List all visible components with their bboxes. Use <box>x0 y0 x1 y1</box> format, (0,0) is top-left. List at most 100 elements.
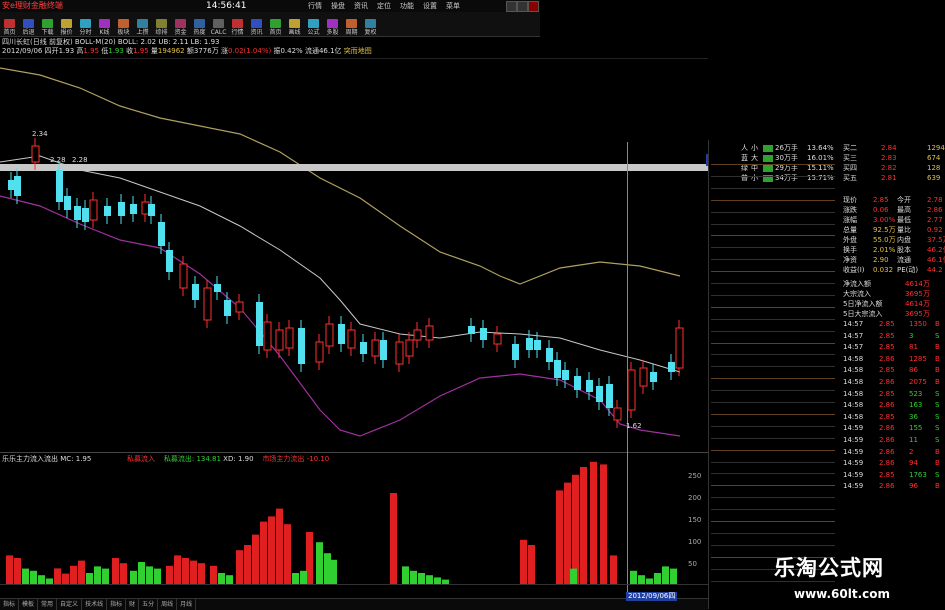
candle-body-up <box>235 301 244 313</box>
netflow-value: 3695万 <box>905 290 930 298</box>
tick-time: 14:59 <box>843 459 864 468</box>
stat-label-2: 量比 <box>897 226 911 234</box>
volume-baseline <box>0 584 708 585</box>
stat-label-2: 最高 <box>897 206 911 214</box>
candle-body-up <box>203 287 212 321</box>
tick-time: 14:57 <box>843 331 864 340</box>
tick-flag: S <box>935 331 940 340</box>
stat-value-2: 37.5万 <box>927 236 945 244</box>
boll-lower-line <box>0 195 681 437</box>
stat-value-2: 2.78 <box>927 196 943 204</box>
inflow-bar <box>190 560 197 584</box>
volume-axis-label: 250 <box>688 472 701 480</box>
stat-label: 净资 <box>843 256 857 264</box>
tick-time: 14:58 <box>843 389 864 398</box>
stat-label: 总量 <box>843 226 857 234</box>
tick-flag: B <box>935 354 940 363</box>
stat-value: 0.032 <box>873 266 894 274</box>
outflow-bar <box>638 575 645 584</box>
bottom-tab-9[interactable]: 月线 <box>177 599 197 610</box>
outflow-label: 私募流出: 134.81 <box>163 455 221 463</box>
boll-upper-line <box>0 67 681 285</box>
highlight-band <box>0 164 708 171</box>
stat-label: 涨幅 <box>843 216 857 224</box>
outflow-bar <box>22 568 29 584</box>
candle-body-down <box>554 360 561 378</box>
tick-flag: B <box>935 320 940 328</box>
order-label: 买三 <box>843 154 857 162</box>
candle-body-down <box>534 340 541 350</box>
stat-label-2: 流通 <box>897 256 911 264</box>
log-line <box>711 164 835 165</box>
log-line <box>711 342 835 344</box>
market-outflow-label: 市场主力流出 -10.10 <box>262 455 330 463</box>
outflow-bar <box>330 559 337 584</box>
tick-flag: S <box>935 401 940 410</box>
netflow-label: 5日净流入额 <box>843 300 883 308</box>
netflow-label: 5日大宗流入 <box>843 310 883 318</box>
bottom-tab-7[interactable]: 五分 <box>139 599 159 610</box>
tick-time: 14:58 <box>843 354 864 363</box>
inflow-bar <box>260 521 267 584</box>
outflow-bar <box>670 568 677 584</box>
order-volume: 128 <box>927 164 941 172</box>
candle-body-down <box>360 342 367 354</box>
tick-price: 2.85 <box>879 320 895 328</box>
bottom-tab-6[interactable]: 财 <box>126 599 140 610</box>
inflow-bar <box>572 474 579 584</box>
tick-volume: 1285 <box>909 354 927 363</box>
outflow-bar <box>442 579 449 584</box>
log-line <box>711 330 835 332</box>
tick-price: 2.86 <box>879 424 895 433</box>
candle-body-down <box>512 344 519 360</box>
inflow-bar <box>556 490 563 584</box>
inflow-bar <box>528 545 535 584</box>
flow-volume: 26万手 <box>775 144 798 152</box>
tick-volume: 96 <box>909 482 918 491</box>
kline-chart[interactable]: 2.342.282.281.62250200150100502.29 <box>0 0 708 598</box>
bottom-tab-5[interactable]: 指标 <box>107 599 127 610</box>
stat-value-2: 0.92 <box>927 226 943 234</box>
tick-volume: 1350 <box>909 320 927 328</box>
peak-price-label: 2.34 <box>32 130 48 138</box>
bottom-tab-1[interactable]: 模板 <box>19 599 39 610</box>
candle-body-down <box>166 250 173 272</box>
inflow-bar <box>564 482 571 584</box>
candle-body-down <box>74 206 81 220</box>
candle-body-up <box>285 327 294 349</box>
flow-percent: 15.11% <box>807 164 834 172</box>
inflow-bar <box>600 464 607 584</box>
candle-body-down <box>148 204 155 216</box>
candle-body-down <box>64 196 71 210</box>
inflow-label: 私募流入 <box>126 455 155 463</box>
tick-time: 14:58 <box>843 366 864 375</box>
stat-value: 92.5万 <box>873 226 896 234</box>
candle-body-down <box>192 284 199 300</box>
outflow-bar <box>654 573 661 584</box>
bottom-tab-2[interactable]: 常用 <box>38 599 58 610</box>
tick-time: 14:59 <box>843 424 864 433</box>
candle-body-down <box>468 326 475 334</box>
candle-body-up <box>405 339 414 357</box>
netflow-value: 3695万 <box>905 310 930 318</box>
inflow-bar <box>210 565 217 584</box>
tick-price: 2.86 <box>879 378 895 386</box>
candle-body-down <box>586 380 593 392</box>
bottom-tab-3[interactable]: 自定义 <box>57 599 83 610</box>
candle-body-up <box>263 321 272 351</box>
tick-price: 2.85 <box>879 366 895 375</box>
order-price: 2.82 <box>881 164 897 172</box>
outflow-bar <box>300 570 307 584</box>
tick-volume: 81 <box>909 343 918 352</box>
bottom-tab-4[interactable]: 技术线 <box>82 599 108 610</box>
candle-body-up <box>675 327 684 369</box>
outflow-bar <box>130 570 137 584</box>
inflow-bar <box>276 508 283 584</box>
flow-bar <box>763 165 773 172</box>
flow-volume: 29万手 <box>775 164 798 172</box>
inflow-bar <box>252 534 259 584</box>
tick-time: 14:59 <box>843 447 864 456</box>
bottom-tab-0[interactable]: 指标 <box>0 599 20 610</box>
bottom-tab-8[interactable]: 周线 <box>158 599 178 610</box>
outflow-bar <box>324 553 331 584</box>
